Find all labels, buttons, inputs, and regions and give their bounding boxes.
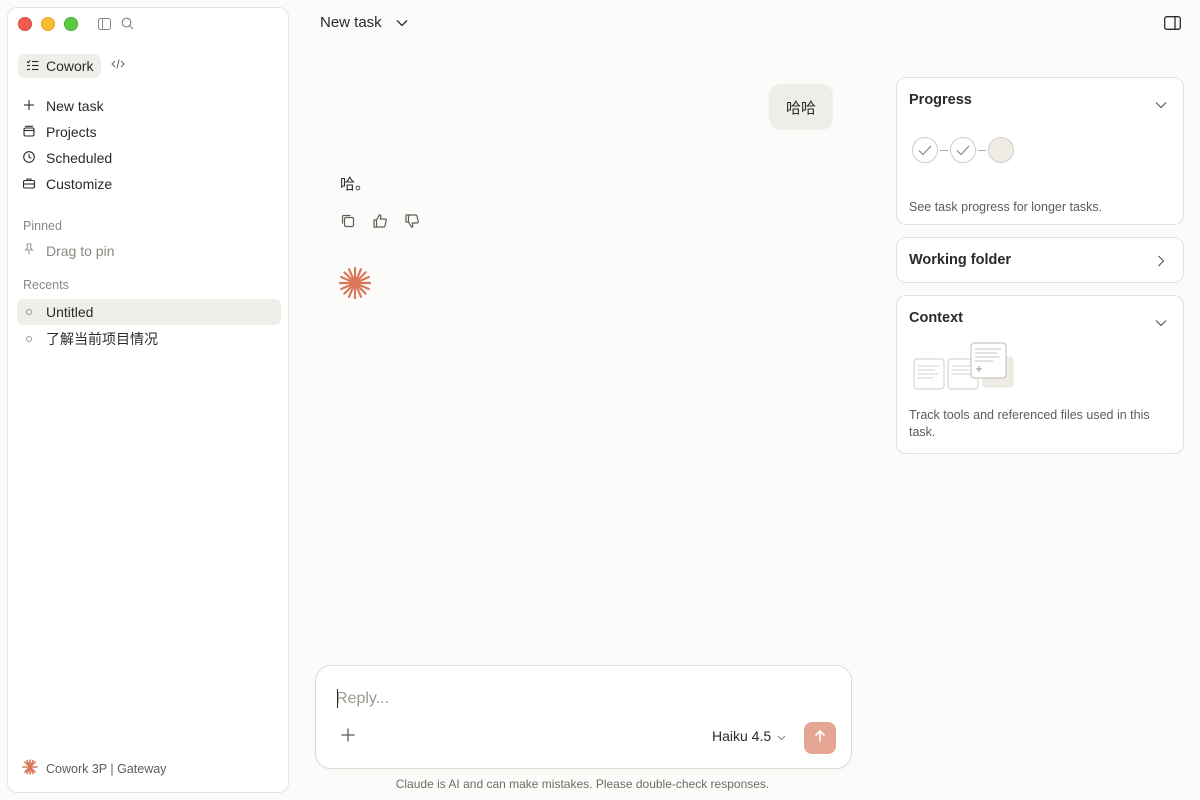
code-mode-icon[interactable] [111,57,126,75]
step-connector [940,149,948,151]
drag-to-pin-label: Drag to pin [46,242,115,259]
send-button[interactable] [804,722,836,754]
plus-icon [22,98,36,115]
window-controls [18,17,78,31]
briefcase-icon [22,176,36,193]
clock-icon [22,150,36,167]
drag-to-pin-hint: Drag to pin [22,242,114,259]
progress-panel-note: See task progress for longer tasks. [909,200,1103,214]
claude-thinking-spark-icon [338,266,372,305]
step-complete-icon [912,137,938,163]
zoom-window-button[interactable] [64,17,78,31]
sidebar-item-projects[interactable]: Projects [22,119,280,145]
sidebar-nav: New task Projects Scheduled Customize [22,93,280,197]
gateway-label: Cowork 3P | Gateway [46,761,167,776]
working-folder-title: Working folder [909,252,1012,268]
cowork-mode-tab[interactable]: Cowork [18,54,102,78]
toggle-right-panel-icon[interactable] [1164,16,1181,35]
pin-icon [22,242,36,259]
reply-input[interactable] [336,688,806,710]
minimize-window-button[interactable] [41,17,55,31]
search-icon[interactable] [121,17,134,30]
arrow-up-icon [813,729,827,748]
chevron-right-icon [1157,254,1165,272]
message-actions [340,213,420,234]
task-list-icon [26,58,39,74]
thumbs-up-icon[interactable] [372,213,388,234]
assistant-message: 哈。 [340,176,371,193]
sidebar-item-label: New task [46,98,104,114]
status-dot-icon [26,309,32,315]
context-files-illustration [911,341,1015,396]
sidebar-toggle-icon[interactable] [98,17,111,30]
recent-item-project-overview[interactable]: 了解当前项目情况 [17,326,281,352]
user-message-bubble: 哈哈 [769,84,833,130]
step-pending-icon [988,137,1014,163]
app-window: Cowork New task Projects Scheduled Custo… [0,0,1200,800]
gateway-footer[interactable]: Cowork 3P | Gateway [22,759,166,778]
sidebar-item-label: Customize [46,176,113,192]
claude-spark-icon [22,759,38,778]
progress-panel-title: Progress [909,92,972,108]
ai-disclaimer: Claude is AI and can make mistakes. Plea… [395,777,770,791]
model-label: Haiku 4.5 [712,728,772,744]
sidebar-item-customize[interactable]: Customize [22,171,280,197]
working-folder-panel[interactable]: Working folder [896,237,1184,283]
sidebar-item-new-task[interactable]: New task [22,93,280,119]
collapse-context-icon[interactable] [1155,314,1167,332]
reply-composer: Haiku 4.5 [315,665,852,769]
sidebar-item-label: Scheduled [46,150,113,166]
recents-heading: Recents [23,278,69,292]
close-window-button[interactable] [18,17,32,31]
progress-panel: Progress See task progress for longer ta… [896,77,1184,225]
cowork-mode-label: Cowork [46,58,94,74]
recent-item-label: 了解当前项目情况 [46,331,158,347]
sidebar: Cowork New task Projects Scheduled Custo… [7,7,289,793]
recents-list: Untitled 了解当前项目情况 [17,299,281,353]
page-title: New task [320,14,382,31]
task-title-dropdown[interactable]: New task [320,14,408,31]
context-panel-title: Context [909,310,963,326]
text-caret [337,689,338,708]
context-panel-note: Track tools and referenced files used in… [909,408,1150,439]
recent-item-label: Untitled [46,304,94,320]
copy-icon[interactable] [340,213,356,234]
context-panel: Context Track tools and referenced files… [896,295,1184,454]
collapse-progress-icon[interactable] [1155,96,1167,114]
sidebar-item-scheduled[interactable]: Scheduled [22,145,280,171]
chevron-down-icon [777,728,786,744]
sidebar-item-label: Projects [46,124,97,140]
folder-icon [22,124,36,141]
thumbs-down-icon[interactable] [404,213,420,234]
model-selector[interactable]: Haiku 4.5 [712,728,786,744]
progress-steps [912,137,1014,163]
recent-item-untitled[interactable]: Untitled [17,299,281,325]
add-attachment-icon[interactable] [340,727,356,748]
step-connector [978,149,986,151]
status-dot-icon [26,336,32,342]
step-complete-icon [950,137,976,163]
chevron-down-icon [396,14,408,31]
pinned-heading: Pinned [23,219,62,233]
